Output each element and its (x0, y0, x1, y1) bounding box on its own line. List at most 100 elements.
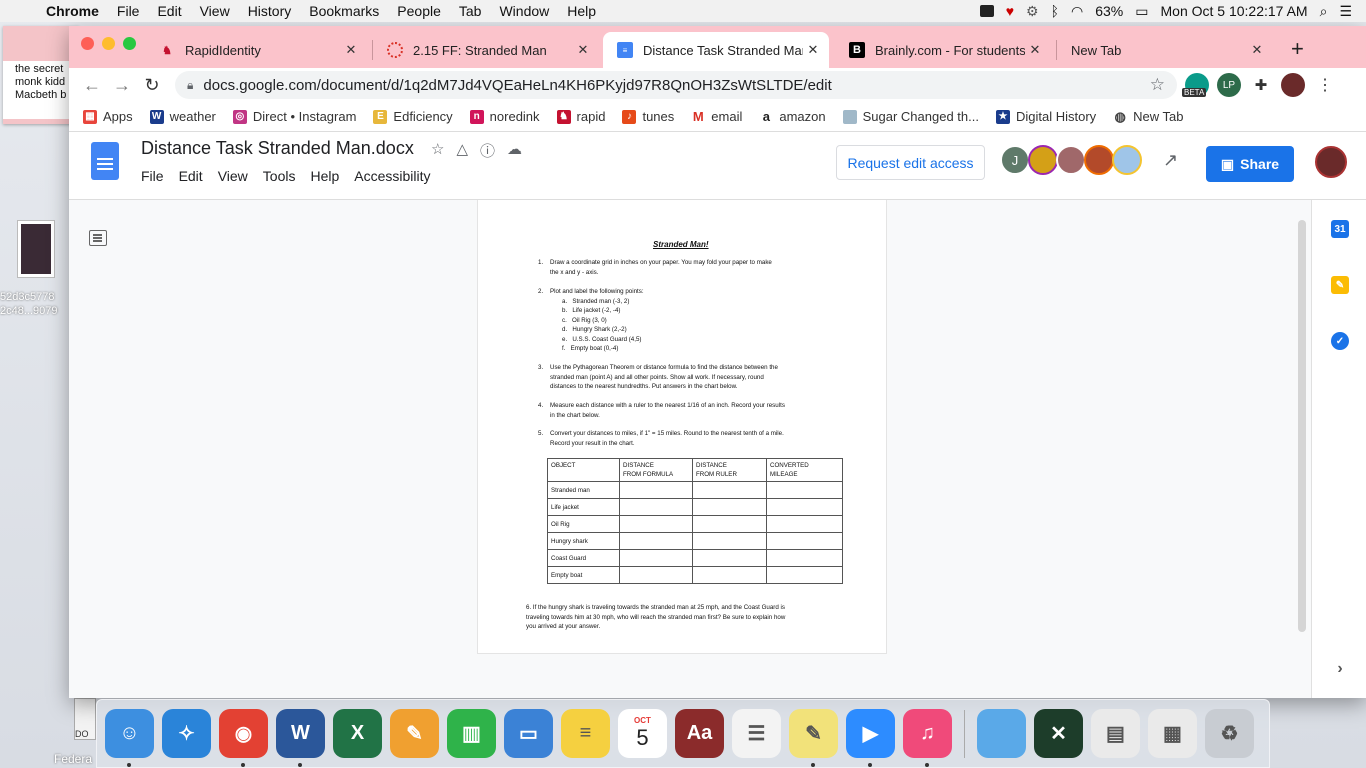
menu-edit[interactable]: Edit (157, 3, 181, 19)
safari-icon[interactable]: ✧ (162, 709, 211, 758)
bookmark-apps[interactable]: ▦ Apps (83, 109, 133, 124)
battery-percent[interactable]: 63% (1095, 3, 1123, 19)
bookmark-sugar[interactable]: Sugar Changed th... (842, 109, 979, 124)
expand-panel-chevron-icon[interactable]: › (1331, 660, 1349, 678)
tab-new-tab[interactable]: New Tab ✕ (1057, 32, 1273, 68)
menu-people[interactable]: People (397, 3, 441, 19)
docs-menu-help[interactable]: Help (310, 168, 339, 184)
bookmark-tunes[interactable]: ♪ tunes (622, 109, 674, 124)
word-icon[interactable]: W (276, 709, 325, 767)
excel-icon[interactable]: X (333, 709, 382, 758)
tasks-addon-icon[interactable]: ✓ (1331, 332, 1349, 350)
keep-addon-icon[interactable]: ✎ (1331, 276, 1349, 294)
close-tab-icon[interactable]: ✕ (1025, 42, 1045, 58)
menu-app-name[interactable]: Chrome (46, 3, 99, 19)
heart-extension-icon[interactable]: ♥ (1006, 3, 1014, 19)
document-title[interactable]: Distance Task Stranded Man.docx (141, 138, 414, 159)
collaborator-avatar[interactable] (1056, 145, 1086, 175)
menubar-clock[interactable]: Mon Oct 5 10:22:17 AM (1161, 3, 1308, 19)
wifi-icon[interactable]: ◠ (1071, 3, 1083, 20)
pages-icon[interactable]: ✎ (390, 709, 439, 758)
collaborator-avatar[interactable] (1084, 145, 1114, 175)
vertical-scrollbar[interactable] (1298, 220, 1306, 632)
account-avatar[interactable] (1315, 146, 1347, 178)
star-document-icon[interactable]: ☆ (431, 140, 444, 161)
menu-file[interactable]: File (117, 3, 140, 19)
bluetooth-icon[interactable]: ᛒ (1051, 3, 1059, 19)
menu-view[interactable]: View (200, 3, 230, 19)
tab-rapididentity[interactable]: ♞ RapidIdentity ✕ (145, 32, 367, 68)
bookmark-email[interactable]: Memail (691, 109, 742, 124)
docs-menu-view[interactable]: View (218, 168, 248, 184)
battery-icon[interactable]: ▭ (1135, 3, 1148, 20)
chrome-menu-icon[interactable]: ⋮ (1313, 73, 1337, 97)
google-docs-logo-icon[interactable] (91, 142, 119, 180)
tab-brainly[interactable]: B Brainly.com - For students. B ✕ (835, 32, 1051, 68)
docs-menu-accessibility[interactable]: Accessibility (354, 168, 430, 184)
close-window-icon[interactable] (81, 37, 94, 50)
back-arrow-icon[interactable]: ← (77, 71, 107, 99)
keynote-icon[interactable]: ▭ (504, 709, 553, 758)
calendar-icon[interactable]: OCT 5 (618, 709, 667, 758)
screenshot-doc2-icon[interactable]: ▦ (1148, 709, 1197, 758)
document-page[interactable]: Stranded Man! 1. Draw a coordinate grid … (477, 200, 887, 654)
extensions-puzzle-icon[interactable]: ✚ (1249, 73, 1273, 97)
menu-window[interactable]: Window (499, 3, 549, 19)
request-edit-access-button[interactable]: Request edit access (836, 145, 985, 180)
geogebra-icon[interactable]: ✕ (1034, 709, 1083, 758)
desktop-image-file[interactable] (17, 220, 55, 278)
document-outline-icon[interactable] (89, 230, 107, 246)
cloud-status-icon[interactable]: ☁ (507, 140, 522, 161)
docs-menu-tools[interactable]: Tools (263, 168, 296, 184)
numbers-icon[interactable]: ▥ (447, 709, 496, 758)
chrome-icon[interactable]: ◉ (219, 709, 268, 767)
close-tab-icon[interactable]: ✕ (1247, 42, 1267, 58)
screenshot-doc-icon[interactable]: ▤ (1091, 709, 1140, 758)
zoom-icon[interactable]: ▶ (846, 709, 895, 767)
bookmark-weather[interactable]: Wweather (149, 109, 216, 124)
dictionary-icon[interactable]: Aa (675, 709, 724, 758)
beta-extension-icon[interactable]: BETA (1182, 73, 1209, 97)
collaborator-avatar[interactable] (1112, 145, 1142, 175)
collaborator-avatar[interactable] (1028, 145, 1058, 175)
itunes-icon[interactable]: ♫ (903, 709, 952, 767)
bookmark-new-tab[interactable]: ◍ New Tab (1113, 109, 1184, 124)
activity-dashboard-icon[interactable]: ↗ (1163, 150, 1178, 171)
bookmark-amazon[interactable]: a amazon (759, 109, 826, 124)
address-bar[interactable]: 🔒︎ docs.google.com/document/d/1q2dM7Jd4V… (175, 71, 1177, 99)
bookmark-edficiency[interactable]: E Edficiency (373, 109, 453, 124)
share-button[interactable]: ▣ Share (1206, 146, 1294, 182)
docs-menu-edit[interactable]: Edit (179, 168, 203, 184)
menu-bookmarks[interactable]: Bookmarks (309, 3, 379, 19)
bookmark-star-icon[interactable]: ☆ (1150, 75, 1165, 95)
finder-icon[interactable]: ☺ (105, 709, 154, 767)
stickies-icon[interactable]: ✎ (789, 709, 838, 767)
spotlight-icon[interactable]: ⌕ (1320, 3, 1328, 20)
folder-icon[interactable] (977, 709, 1026, 758)
tab-distance-task[interactable]: ≡ Distance Task Stranded Man ✕ (603, 32, 829, 68)
lock-icon[interactable]: 🔒︎ (187, 78, 193, 93)
forward-arrow-icon[interactable]: → (107, 71, 137, 99)
collaborator-avatar[interactable]: J (1000, 145, 1030, 175)
bookmark-instagram[interactable]: ◎ Direct • Instagram (232, 109, 356, 124)
sticky-note-window[interactable]: the secret monk kidd Macbeth b (3, 26, 79, 124)
screen-record-icon[interactable] (979, 5, 994, 17)
reload-icon[interactable]: ↻ (137, 71, 167, 99)
close-tab-icon[interactable]: ✕ (573, 42, 593, 58)
desktop-doc-file[interactable]: DO (74, 698, 96, 740)
menu-history[interactable]: History (248, 3, 292, 19)
chrome-profile-avatar[interactable] (1281, 73, 1305, 97)
extension-lp-icon[interactable]: LP (1217, 73, 1241, 97)
bookmark-rapid[interactable]: ♞ rapid (556, 109, 605, 124)
control-list-icon[interactable]: ☰ (1339, 3, 1352, 20)
zoom-window-icon[interactable] (123, 37, 136, 50)
vpn-icon[interactable]: ⚙ (1026, 3, 1039, 20)
docs-menu-file[interactable]: File (141, 168, 164, 184)
menu-help[interactable]: Help (567, 3, 596, 19)
menu-tab[interactable]: Tab (459, 3, 482, 19)
bookmark-noredink[interactable]: n noredink (469, 109, 540, 124)
info-icon[interactable]: ⓘ (480, 140, 495, 161)
trash-icon[interactable]: ♻ (1205, 709, 1254, 758)
notes-icon[interactable]: ≡ (561, 709, 610, 758)
calendar-addon-icon[interactable]: 31 (1331, 220, 1349, 238)
